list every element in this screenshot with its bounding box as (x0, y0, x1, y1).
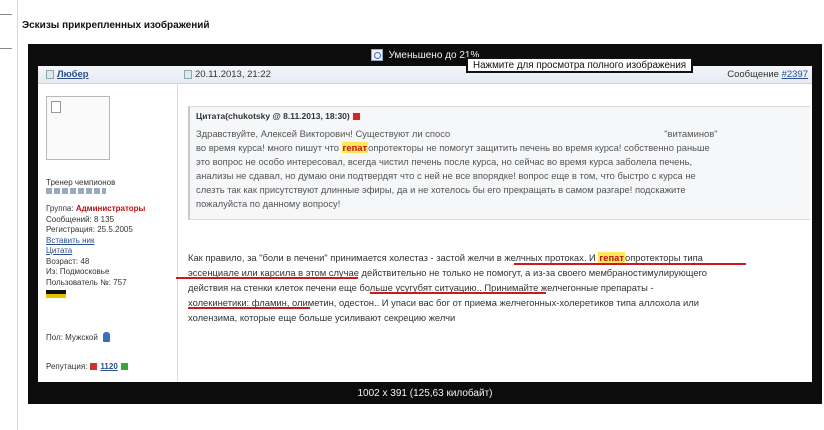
flag-icon (46, 290, 66, 302)
quote-line: во время курса! много пишут что (196, 142, 342, 153)
reply-line: опротекторы типа (624, 252, 703, 263)
divider-tick (0, 48, 12, 49)
message-label: Сообщение (727, 69, 779, 80)
viewer-top-bar[interactable]: Уменьшено до 21% (28, 44, 822, 66)
avatar (46, 96, 110, 160)
quote-block: Цитата(chukotsky @ 8.11.2013, 18:30) Здр… (188, 106, 810, 220)
user-icon (46, 70, 54, 79)
image-viewer: Уменьшено до 21% Любер 20.11.2013, 21:22… (28, 44, 822, 404)
group-label: Группа: (46, 204, 74, 213)
search-highlight: гепат (598, 252, 625, 263)
reputation-value[interactable]: 1120 (100, 362, 117, 371)
insert-nick-link[interactable]: Вставить ник (46, 236, 145, 247)
zoom-icon (370, 49, 383, 61)
left-border (0, 0, 18, 430)
message-number-link[interactable]: #2397 (782, 69, 808, 80)
rank-stars-icon (46, 188, 106, 194)
reply-line: Как правило, за "боли в печени" принимае… (188, 252, 599, 263)
user-number: Пользователь №: 757 (46, 277, 127, 287)
quote-header-text: Цитата(chukotsky @ 8.11.2013, 18:30) (196, 111, 350, 121)
reputation: Репутация: 1120 (46, 362, 131, 371)
red-underline (176, 277, 358, 279)
quote-line: Здравствуйте, Алексей Викторович! Сущест… (196, 128, 451, 139)
quote-line: "витаминов" (664, 128, 718, 139)
quote-line: пожалуйста по данному вопросу! (196, 198, 341, 209)
user-gender: Пол: Мужской (46, 332, 110, 342)
username-link[interactable]: Любер (46, 69, 89, 80)
red-underline (188, 307, 310, 309)
post-date: 20.11.2013, 21:22 (184, 69, 271, 80)
search-highlight: гепат (341, 142, 369, 153)
gender-text: Пол: Мужской (46, 332, 98, 342)
red-underline (370, 292, 546, 294)
rep-minus-icon[interactable] (90, 363, 98, 370)
calendar-icon (184, 70, 192, 79)
message-count: Сообщений: 8 135 (46, 214, 115, 224)
quote-link[interactable]: Цитата (46, 246, 145, 257)
user-age: Возраст: 48 (46, 256, 90, 266)
user-info: Группа: Администраторы Сообщений: 8 135 … (46, 204, 145, 308)
group-value: Администраторы (75, 204, 146, 213)
divider-tick (0, 14, 12, 15)
viewer-bottom-bar: 1002 x 391 (125,63 килобайт) (28, 382, 822, 404)
section-title: Эскизы прикрепленных изображений (22, 20, 210, 31)
male-icon (102, 332, 110, 342)
username-text: Любер (57, 69, 89, 80)
post-date-text: 20.11.2013, 21:22 (195, 69, 271, 80)
quote-text: Здравствуйте, Алексей Викторович! Сущест… (196, 127, 804, 211)
reputation-label: Репутация: (46, 362, 88, 371)
red-underline (514, 263, 746, 265)
rep-plus-icon[interactable] (120, 363, 128, 370)
quote-back-icon[interactable] (352, 112, 360, 120)
quote-header: Цитата(chukotsky @ 8.11.2013, 18:30) (196, 111, 804, 121)
registration-date: Регистрация: 25.5.2005 (46, 225, 133, 234)
post-header: Любер 20.11.2013, 21:22 Сообщение #2397 (38, 66, 812, 84)
quote-line: опротекторы не помогут защитить печень в… (368, 142, 710, 153)
reply-text: Как правило, за "боли в печени" принимае… (188, 250, 808, 325)
quote-line: это вопрос не особо интересовал, всегда … (196, 156, 693, 167)
user-location: Из: Подмосковье (46, 267, 110, 276)
reply-line: холензима, которые еще больше усиливают … (188, 312, 456, 323)
image-info: 1002 x 391 (125,63 килобайт) (357, 387, 493, 399)
message-number: Сообщение #2397 (727, 69, 808, 80)
user-profile-panel: Тренер чемпионов Группа: Администраторы … (38, 84, 178, 382)
user-rank: Тренер чемпионов (46, 178, 116, 187)
quote-line: анализы не сдавал, но думаю они подтверд… (196, 170, 696, 181)
thumbnail-image[interactable]: Любер 20.11.2013, 21:22 Сообщение #2397 … (38, 66, 812, 382)
tooltip: Нажмите для просмотра полного изображени… (466, 57, 694, 73)
quote-line: слезть так как присутствуют длинные эфир… (196, 184, 686, 195)
